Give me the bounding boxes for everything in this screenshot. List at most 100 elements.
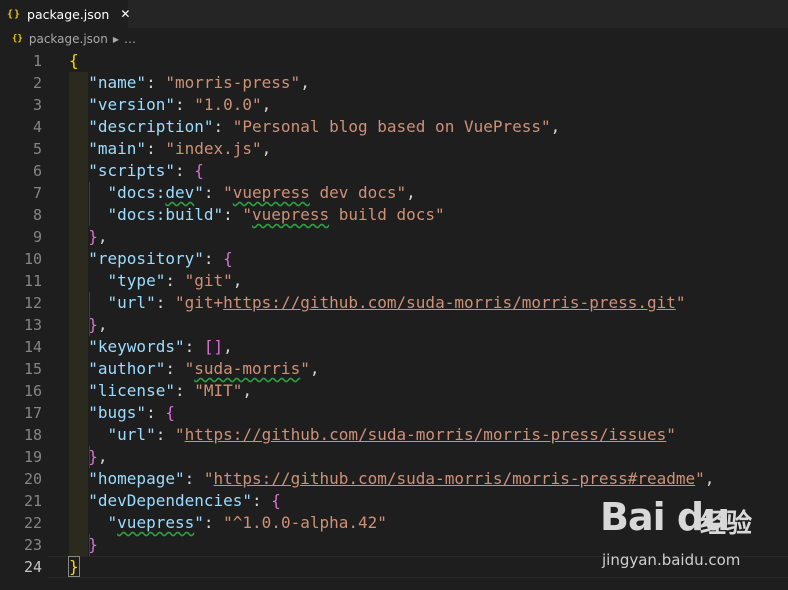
code-line[interactable]: "docs:dev": "vuepress dev docs", (69, 182, 416, 204)
breadcrumb-file[interactable]: package.json (29, 32, 108, 46)
code-line[interactable]: { (69, 50, 79, 72)
watermark-url: jingyan.baidu.com (602, 551, 741, 569)
code-line[interactable]: "license": "MIT", (69, 380, 252, 402)
watermark-text: 经验 (700, 509, 753, 539)
line-number: 9 (32, 228, 42, 246)
code-line[interactable]: "url": "https://github.com/suda-morris/m… (69, 424, 676, 446)
code-token: : (174, 95, 195, 114)
code-token: , (232, 271, 243, 290)
code-token: , (97, 315, 108, 334)
code-token: build docs" (329, 205, 445, 224)
line-number: 15 (23, 360, 42, 378)
code-token: "repository" (88, 249, 204, 268)
code-line[interactable]: "name": "morris-press", (69, 72, 310, 94)
code-line[interactable]: } (69, 534, 98, 556)
code-token: , (261, 139, 272, 158)
indent-guide (89, 534, 90, 556)
line-number: 4 (32, 118, 42, 136)
tab-package-json[interactable]: {} package.json ✕ (0, 0, 130, 28)
code-token: "url" (107, 293, 156, 312)
code-token: : (155, 425, 175, 444)
code-line[interactable]: "scripts": { (69, 160, 204, 182)
code-token: " (242, 205, 253, 224)
line-number: 13 (23, 316, 42, 334)
code-token: " (107, 513, 118, 532)
code-line[interactable]: "devDependencies": { (69, 490, 281, 512)
code-token: https://github.com/suda-morris/morris-pr… (223, 293, 676, 312)
code-token: "MIT" (194, 381, 243, 400)
line-number: 7 (32, 184, 42, 202)
code-token: vuepress (232, 183, 310, 202)
code-token: : (184, 337, 204, 356)
close-icon[interactable]: ✕ (120, 7, 130, 21)
code-token: : (184, 469, 204, 488)
code-line[interactable]: "description": "Personal blog based on V… (69, 116, 560, 138)
line-number: 2 (32, 74, 42, 92)
breadcrumb-more[interactable]: … (124, 32, 136, 46)
code-token: suda-morris (194, 359, 301, 378)
code-token: "scripts" (88, 161, 175, 180)
code-token: "git+ (174, 293, 224, 312)
code-token: : (223, 205, 243, 224)
code-token: : (146, 73, 166, 92)
code-line[interactable]: "type": "git", (69, 270, 243, 292)
code-token: https://github.com/suda-morris/morris-pr… (213, 469, 696, 488)
code-token: : (174, 161, 195, 180)
code-token: "author" (88, 359, 166, 378)
code-token: "name" (88, 73, 147, 92)
code-token: "license" (88, 381, 175, 400)
line-number: 6 (32, 162, 42, 180)
code-token: { (223, 249, 233, 268)
code-line[interactable]: "homepage": "https://github.com/suda-mor… (69, 468, 714, 490)
code-token: vuepress (117, 513, 195, 532)
code-line[interactable]: "author": "suda-morris", (69, 358, 319, 380)
code-token: "docs:build" (107, 205, 224, 224)
code-token: "Personal blog based on VuePress" (232, 117, 551, 136)
code-line[interactable]: "keywords": [], (69, 336, 233, 358)
line-number: 12 (23, 294, 42, 312)
line-number: 17 (23, 404, 42, 422)
code-token: "bugs" (88, 403, 147, 422)
code-token: , (704, 469, 715, 488)
code-token: "^1.0.0-alpha.42" (223, 513, 387, 532)
code-line[interactable]: "main": "index.js", (69, 138, 271, 160)
code-line[interactable]: "repository": { (69, 248, 233, 270)
code-line[interactable]: }, (69, 226, 107, 248)
line-number: 5 (32, 140, 42, 158)
code-token: "index.js" (165, 139, 262, 158)
code-line[interactable]: "version": "1.0.0", (69, 94, 271, 116)
code-token: { (69, 51, 79, 70)
code-token: : (203, 249, 224, 268)
breadcrumb: {} package.json ▶ … (0, 28, 788, 50)
code-token: " (300, 359, 310, 378)
indent-guide (89, 292, 90, 336)
code-token: " (184, 359, 195, 378)
code-line[interactable]: "bugs": { (69, 402, 175, 424)
line-number: 10 (23, 250, 42, 268)
code-line[interactable]: "vuepress": "^1.0.0-alpha.42" (69, 512, 387, 534)
indent-guide (89, 182, 90, 226)
code-line[interactable]: "url": "git+https://github.com/suda-morr… (69, 292, 686, 314)
line-number: 21 (23, 492, 42, 510)
indent-guide (89, 446, 90, 468)
code-token: , (550, 117, 561, 136)
line-number: 19 (23, 448, 42, 466)
code-line[interactable]: } (68, 556, 80, 578)
code-token: : (252, 491, 272, 510)
tab-label: package.json (27, 6, 110, 22)
code-token: , (223, 337, 233, 356)
code-line[interactable]: "docs:build": "vuepress build docs" (69, 204, 445, 226)
